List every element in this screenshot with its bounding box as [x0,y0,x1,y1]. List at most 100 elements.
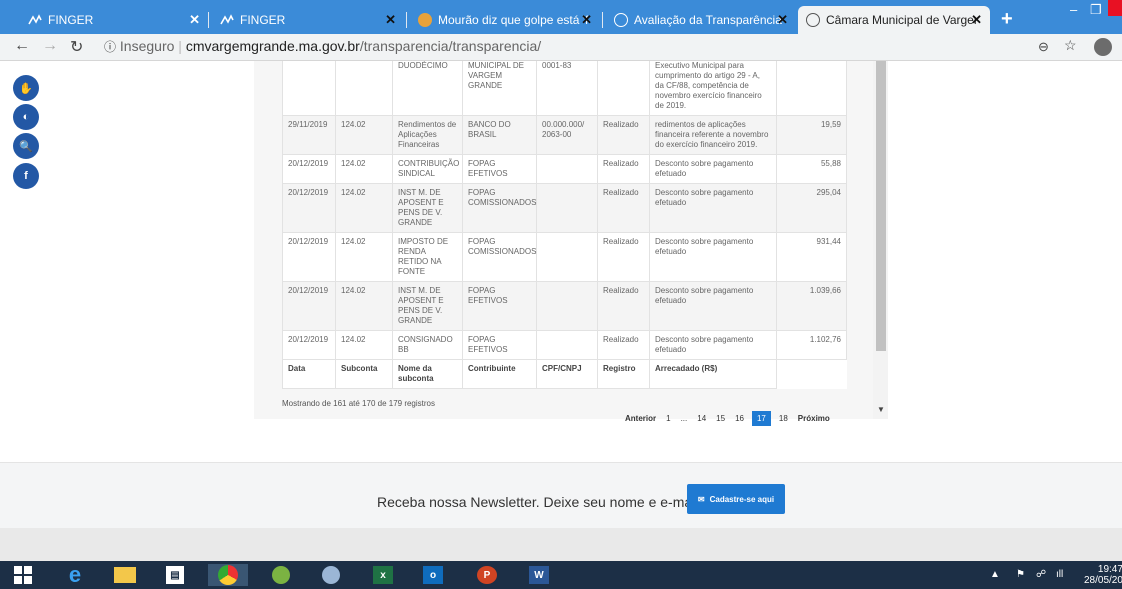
cell-contribuinte: FOPAG EFETIVOS [462,281,537,331]
news-site-icon [418,13,432,27]
cell-descricao: redimentos de aplicações financeira refe… [649,115,777,155]
excel-icon[interactable]: x [370,564,396,586]
network-tool-icon[interactable] [318,564,344,586]
cell-contribuinte: PREFEITURA MUNICIPAL DE VARGEM GRANDE [462,61,537,116]
tab-mourao[interactable]: Mourão diz que golpe está 'fora ✕ [410,6,600,34]
system-clock[interactable]: 19:47 28/05/20 [1084,564,1122,586]
zoom-icon[interactable]: ⊖ [1038,39,1049,55]
cell-cpf [536,330,598,360]
cell-registro: Realizado [597,281,650,331]
store-icon[interactable]: ▤ [162,564,188,586]
pagination-page[interactable]: 16 [735,414,744,423]
cell-descricao: Desconto sobre pagamento efetuado [649,154,777,184]
tab-title: Câmara Municipal de Vargem G [826,13,976,27]
cell-registro: Realizado [597,183,650,233]
internet-explorer-icon[interactable]: e [62,562,88,587]
search-zoom-icon[interactable]: 🔍 [13,133,39,159]
pagination-page[interactable]: 18 [779,414,788,423]
chrome-icon[interactable] [208,564,248,586]
table-scrollbar-thumb[interactable] [876,61,886,351]
close-icon[interactable]: ✕ [581,12,592,28]
address-bar[interactable]: ⓘ Inseguro | cmvargemgrande.ma.gov.br/tr… [104,38,541,55]
table-info: Mostrando de 161 até 170 de 179 registro… [282,399,435,408]
facebook-icon[interactable]: f [13,163,39,189]
cell-contribuinte: BANCO DO BRASIL [462,115,537,155]
close-icon[interactable]: ✕ [385,12,396,28]
tray-flag-icon[interactable]: ⚑ [1016,569,1025,580]
word-icon[interactable]: W [526,564,552,586]
cell-registro: Realizado [597,115,650,155]
header-nome-subconta[interactable]: Nome da subconta [392,359,463,389]
tray-signal-icon[interactable]: ıll [1056,569,1063,580]
back-arrow-icon[interactable]: ← [14,37,30,55]
cell-registro: Realizado [597,61,650,116]
new-tab-button[interactable]: + [1001,8,1013,31]
pagination-next[interactable]: Próximo [798,414,830,423]
tab-finger-1[interactable]: FINGER ✕ [20,6,208,34]
cell-registro: Realizado [597,154,650,184]
cell-nome: IMPOSTO DE RENDA RETIDO NA FONTE [392,232,463,282]
close-icon[interactable]: ✕ [189,12,200,28]
finger-logo-icon [220,13,234,27]
tray-network-icon[interactable]: ☍ [1036,569,1046,580]
cell-subconta: 124.02 [335,330,393,360]
powerpoint-icon[interactable]: P [474,564,500,586]
tab-separator [406,12,407,28]
star-bookmark-icon[interactable]: ☆ [1064,37,1077,54]
newsletter-signup-button[interactable]: ✉ Cadastre-se aqui [687,484,785,514]
cell-subconta: 128 [335,61,393,116]
tab-avaliacao[interactable]: Avaliação da Transparência dos ✕ [606,6,796,34]
close-icon[interactable]: ✕ [971,12,982,28]
cell-subconta: 124.02 [335,115,393,155]
tab-title: Avaliação da Transparência dos [634,13,784,27]
cell-valor: 130.000,00 [776,61,847,116]
clock-date: 28/05/20 [1084,575,1122,586]
header-cpf-cnpj[interactable]: CPF/CNPJ [536,359,598,389]
header-data[interactable]: Data [282,359,336,389]
table-row: 20/11/2019128REPASSE DUODÉCIMOPREFEITURA… [282,61,847,116]
outlook-icon[interactable]: o [420,564,446,586]
sign-language-icon[interactable]: ✋ [13,75,39,101]
cell-valor: 295,04 [776,183,847,233]
header-subconta[interactable]: Subconta [335,359,393,389]
tab-title: FINGER [240,13,286,27]
tab-title: Mourão diz que golpe está 'fora [438,13,588,27]
cell-cpf [536,183,598,233]
windows-start-icon[interactable] [10,564,36,586]
info-icon[interactable]: ⓘ [104,40,116,54]
restore-icon[interactable]: ❐ [1090,2,1102,18]
cell-nome: Rendimentos de Aplicações Financeiras [392,115,463,155]
file-explorer-icon[interactable] [112,564,138,586]
contrast-icon[interactable]: ◐ [13,104,39,130]
cell-valor: 55,88 [776,154,847,184]
qgis-icon[interactable] [268,564,294,586]
minimize-icon[interactable]: – [1070,2,1077,17]
cell-contribuinte: FOPAG COMISSIONADOS [462,183,537,233]
pagination-previous[interactable]: Anterior [625,414,656,423]
forward-arrow-icon[interactable]: → [42,37,58,55]
pagination-page-current[interactable]: 17 [751,411,771,426]
header-arrecadado[interactable]: Arrecadado (R$) [649,359,777,389]
table-footer-header-row: Data Subconta Nome da subconta Contribui… [282,359,847,389]
scroll-down-arrow-icon[interactable]: ▼ [877,405,885,414]
tray-chevron-icon[interactable]: ▲ [990,569,1000,580]
cell-contribuinte: FOPAG EFETIVOS [462,330,537,360]
cell-descricao: Desconto sobre pagamento efetuado [649,183,777,233]
reload-icon[interactable]: ↻ [70,37,83,57]
cell-cpf: 05.648.738/ 0001-83 [536,61,598,116]
tab-finger-2[interactable]: FINGER ✕ [212,6,404,34]
header-registro[interactable]: Registro [597,359,650,389]
pagination-page[interactable]: 15 [716,414,725,423]
browser-toolbar: ← → ↻ ⓘ Inseguro | cmvargemgrande.ma.gov… [0,34,1122,61]
profile-avatar[interactable] [1094,38,1112,56]
cell-cpf [536,232,598,282]
page-content: ✋ ◐ 🔍 f 20/11/2019128REPASSE DUODÉCIMOPR… [0,61,1122,561]
tab-camara-active[interactable]: Câmara Municipal de Vargem G ✕ [798,6,990,34]
close-window-button[interactable] [1108,0,1122,16]
header-contribuinte[interactable]: Contribuinte [462,359,537,389]
pagination-page-first[interactable]: 1 [666,414,670,423]
close-icon[interactable]: ✕ [777,12,788,28]
pagination-page[interactable]: 14 [697,414,706,423]
newsletter-button-label: Cadastre-se aqui [709,494,775,504]
tab-separator [602,12,603,28]
